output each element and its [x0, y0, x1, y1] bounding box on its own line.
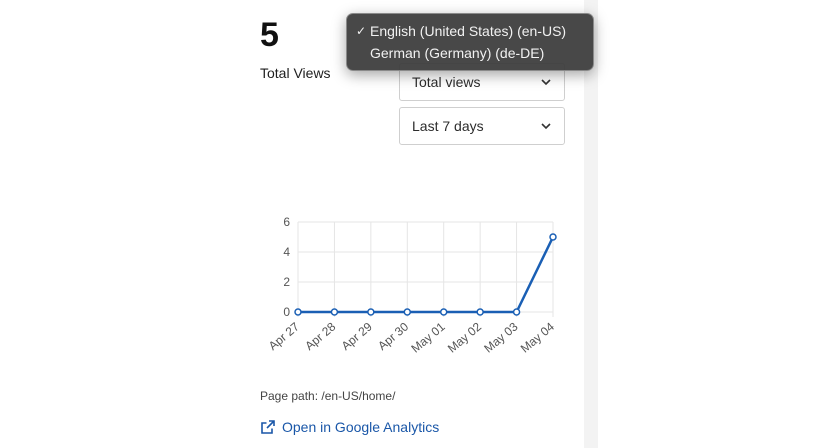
language-option-label: English (United States) (en-US): [370, 23, 567, 39]
language-option-en-us[interactable]: ✓ English (United States) (en-US): [347, 20, 593, 42]
data-point: [476, 308, 484, 316]
y-tick-label: 4: [283, 245, 290, 259]
open-google-analytics-link[interactable]: Open in Google Analytics: [260, 419, 439, 435]
date-range-select[interactable]: Last 7 days: [399, 107, 565, 145]
x-tick-label: May 01: [408, 319, 447, 355]
checkmark-icon: ✓: [356, 24, 367, 38]
language-option-label: German (Germany) (de-DE): [370, 45, 545, 61]
date-range-select-value: Last 7 days: [412, 118, 484, 134]
x-tick-label: May 03: [481, 319, 520, 355]
external-link-icon: [261, 420, 275, 434]
x-tick-label: Apr 29: [339, 319, 375, 353]
data-point: [294, 308, 302, 316]
x-tick-label: Apr 27: [266, 319, 302, 353]
chevron-down-icon: [541, 123, 551, 130]
y-tick-label: 2: [283, 275, 290, 289]
language-option-de-de[interactable]: German (Germany) (de-DE): [347, 42, 593, 64]
views-line-chart: 0 2 4 6 Apr 27 Apr 28 Apr 29 Apr 30May 01May 02…: [266, 215, 557, 356]
page-path: Page path: /en-US/home/: [260, 389, 396, 403]
data-point: [403, 308, 412, 316]
data-point: [439, 308, 448, 316]
x-tick-label: Apr 28: [302, 319, 338, 353]
open-google-analytics-label: Open in Google Analytics: [282, 419, 440, 435]
metric-select-value: Total views: [412, 74, 481, 90]
language-dropdown-menu: ✓ English (United States) (en-US) German…: [346, 13, 594, 71]
x-tick-label: May 02: [445, 319, 484, 355]
y-tick-label: 6: [283, 215, 290, 229]
chevron-down-icon: [541, 79, 551, 86]
data-point: [367, 308, 375, 316]
total-views-label: Total Views: [260, 65, 331, 81]
data-point: [512, 308, 521, 316]
data-point: [330, 308, 339, 316]
total-views-value: 5: [260, 16, 279, 54]
y-tick-label: 0: [283, 305, 290, 319]
series-line: [298, 236, 555, 314]
x-tick-label: Apr 30: [375, 319, 411, 353]
views-chart: 0 2 4 6 Apr 27 Apr 28 Apr 29 Apr 30 May 01 May 02…: [244, 210, 584, 370]
data-point: [549, 233, 557, 241]
x-tick-label: May 04: [518, 319, 557, 355]
